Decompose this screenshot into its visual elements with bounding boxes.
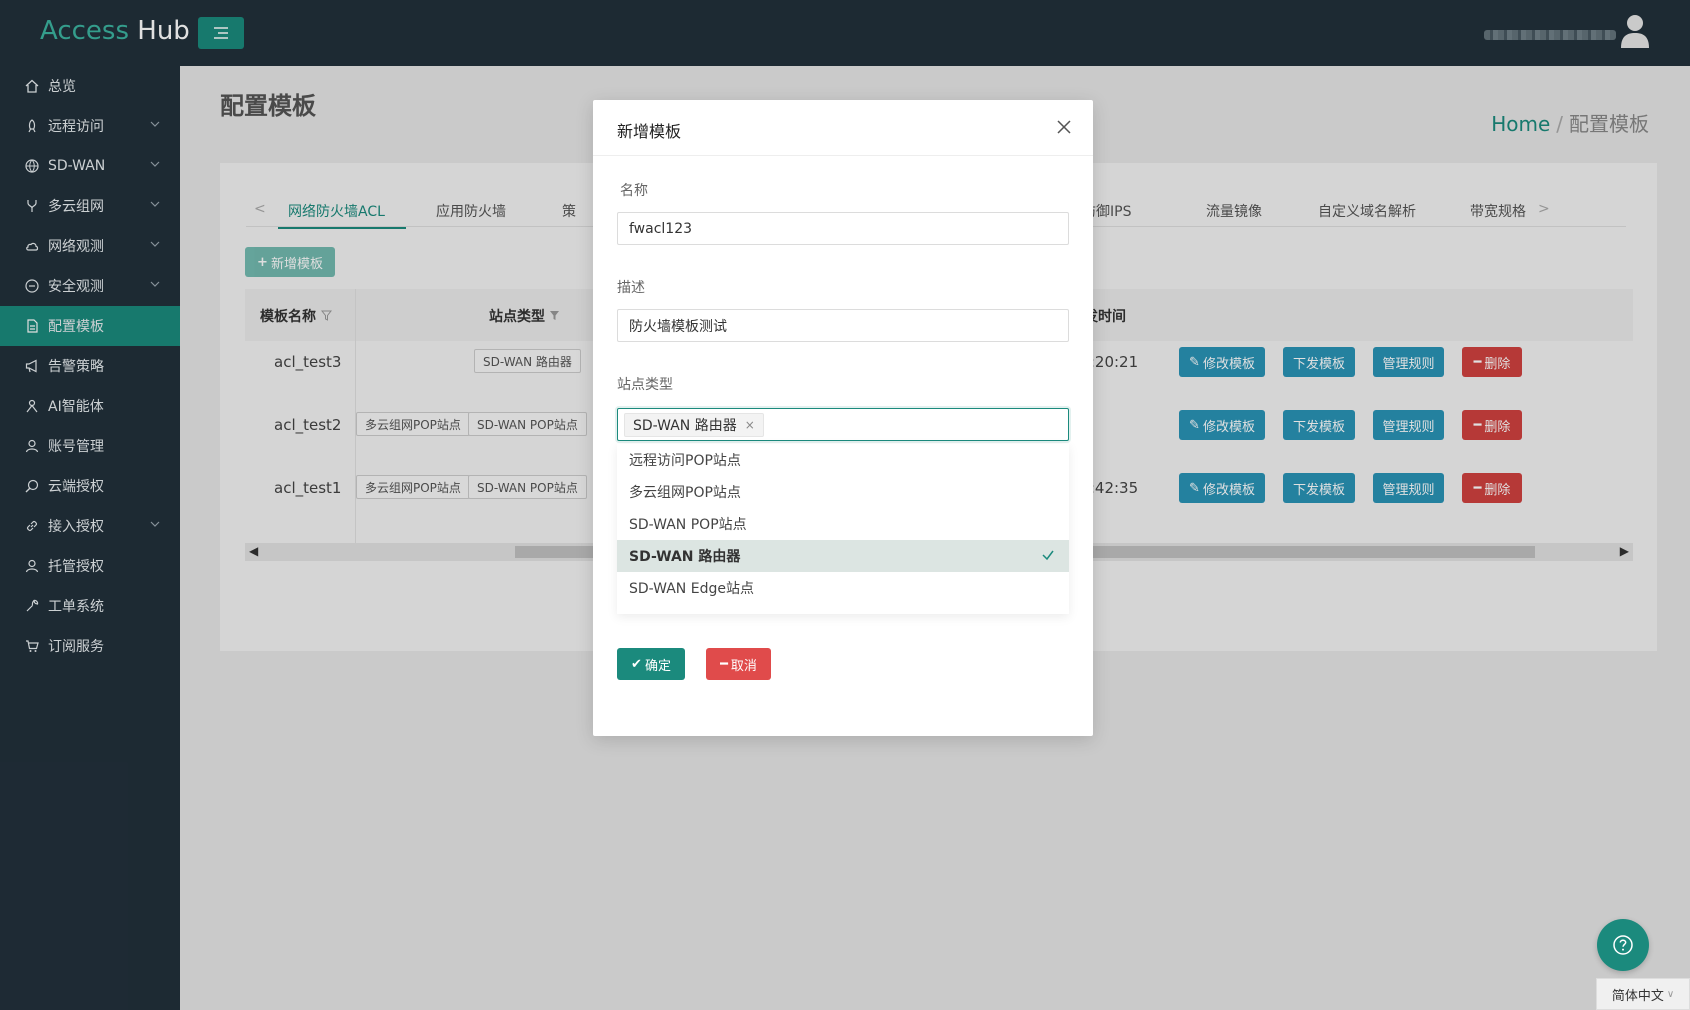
- language-selector[interactable]: 简体中文 ∨: [1596, 978, 1690, 1010]
- option-sdwan-edge[interactable]: SD-WAN Edge站点: [617, 572, 1069, 604]
- help-button[interactable]: [1597, 919, 1649, 971]
- option-remote-access-pop[interactable]: 远程访问POP站点: [617, 444, 1069, 476]
- check-icon: [1042, 550, 1054, 561]
- cancel-button[interactable]: ━ 取消: [706, 648, 771, 680]
- selected-site-type-tag: SD-WAN 路由器 ×: [624, 413, 764, 437]
- add-template-modal: 新增模板 名称 fwacl123 描述 防火墙模板测试 站点类型 SD-WAN …: [593, 100, 1093, 736]
- check-icon: ✔: [631, 656, 642, 672]
- question-icon: [1613, 935, 1633, 955]
- modal-header: 新增模板: [593, 100, 1093, 156]
- close-icon[interactable]: [1055, 118, 1073, 136]
- remove-tag-icon[interactable]: ×: [745, 418, 755, 432]
- name-input[interactable]: fwacl123: [617, 212, 1069, 245]
- name-label: 名称: [620, 183, 648, 199]
- site-type-label: 站点类型: [617, 377, 673, 393]
- confirm-button[interactable]: ✔ 确定: [617, 648, 685, 680]
- minus-icon: ━: [720, 656, 728, 672]
- description-input[interactable]: 防火墙模板测试: [617, 309, 1069, 342]
- modal-title: 新增模板: [617, 122, 682, 141]
- option-multicloud-pop[interactable]: 多云组网POP站点: [617, 476, 1069, 508]
- chevron-down-icon: ∨: [1666, 988, 1675, 1000]
- option-sdwan-pop[interactable]: SD-WAN POP站点: [617, 508, 1069, 540]
- site-type-dropdown: 远程访问POP站点 多云组网POP站点 SD-WAN POP站点 SD-WAN …: [617, 444, 1069, 614]
- description-label: 描述: [617, 280, 645, 296]
- option-sdwan-router[interactable]: SD-WAN 路由器: [617, 540, 1069, 572]
- site-type-select[interactable]: SD-WAN 路由器 ×: [617, 408, 1069, 441]
